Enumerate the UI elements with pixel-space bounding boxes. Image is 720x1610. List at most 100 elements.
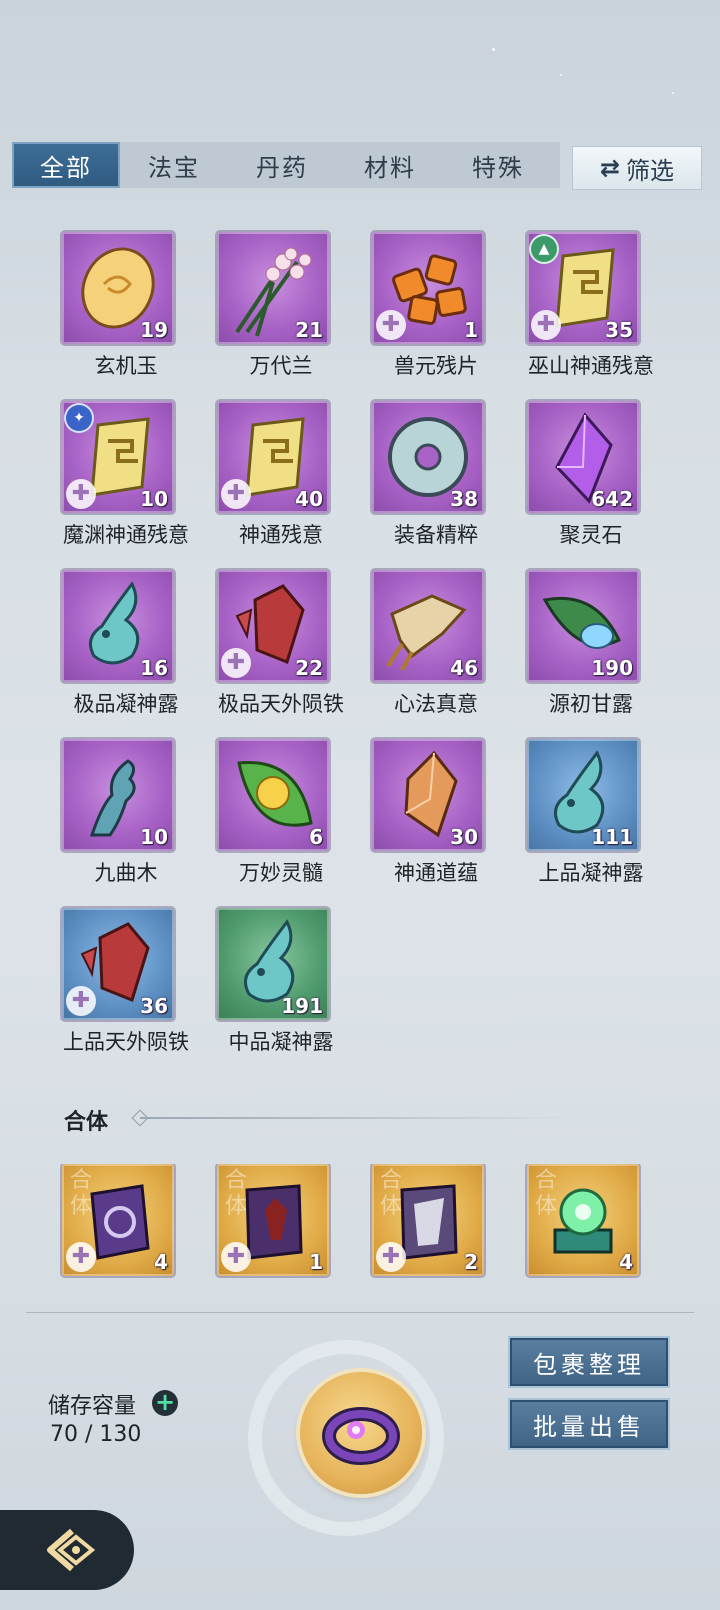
item-count: 642 [591,487,633,511]
storage-capacity-label: 储存容量 [48,1394,137,1419]
filter-label: 筛选 [626,156,675,185]
item-count: 40 [295,487,323,511]
sparkle [492,48,495,51]
item-count: 111 [591,825,633,849]
item-name: 魔渊神通残意 [63,523,189,547]
sparkle [672,92,674,94]
item-name: 心法真意 [394,692,478,716]
puzzle-piece-icon: ✚ [531,310,561,340]
storage-capacity-value: 70 / 130 [50,1422,142,1447]
item-name: 极品凝神露 [73,692,179,716]
item-count: 4 [154,1250,168,1274]
item-name: 装备精粹 [394,523,478,547]
item-count: 36 [140,994,168,1018]
item-name: 兽元残片 [394,354,478,378]
item-name: 极品天外陨铁 [218,692,344,716]
item-count: 4 [619,1250,633,1274]
tab-pills[interactable]: 丹药 [228,142,336,188]
puzzle-piece-icon: ✚ [221,1242,251,1272]
item-slot[interactable]: 190 [527,570,639,682]
item-name: 上品天外陨铁 [63,1030,189,1054]
item-count: 2 [464,1250,478,1274]
storage-ring-button[interactable] [300,1372,422,1494]
filter-button[interactable]: ⇄ 筛选 [572,146,702,190]
add-capacity-button[interactable]: + [152,1390,178,1416]
item-name: 神通残意 [239,523,323,547]
item-slot[interactable]: 21 [217,232,329,344]
item-count: 30 [450,825,478,849]
tab-treasure[interactable]: 法宝 [120,142,228,188]
puzzle-piece-icon: ✚ [376,310,406,340]
item-name: 巫山神通残意 [528,354,654,378]
realm-watermark: 合体 [70,1168,93,1219]
item-count: 6 [309,825,323,849]
puzzle-piece-icon: ✚ [376,1242,406,1272]
item-slot[interactable]: 111 [527,739,639,851]
puzzle-piece-icon: ✚ [221,648,251,678]
item-slot[interactable]: 合体 ✚ 4 [62,1164,174,1276]
tab-special[interactable]: 特殊 [444,142,552,188]
item-count: 10 [140,487,168,511]
item-count: 22 [295,656,323,680]
item-slot[interactable]: 16 [62,570,174,682]
item-name: 聚灵石 [559,523,623,547]
item-count: 38 [450,487,478,511]
swap-arrows-icon: ⇄ [599,154,621,182]
section-title: 合体 [64,1110,109,1135]
item-count: 191 [281,994,323,1018]
item-name: 神通道蕴 [394,861,478,885]
wushan-faction-badge-icon: ▲ [531,236,557,262]
realm-watermark: 合体 [380,1168,403,1219]
organize-bag-button[interactable]: 包裹整理 [508,1336,670,1388]
item-count: 1 [464,318,478,342]
item-name: 玄机玉 [94,354,158,378]
item-slot[interactable]: ▲ ✚ 35 [527,232,639,344]
item-slot[interactable]: ✚ 1 [372,232,484,344]
item-slot[interactable]: 642 [527,401,639,513]
bottom-divider [26,1312,694,1313]
item-name: 九曲木 [94,861,158,885]
item-slot[interactable]: 10 [62,739,174,851]
item-slot[interactable]: ✚ 40 [217,401,329,513]
bulk-sell-button[interactable]: 批量出售 [508,1398,670,1450]
item-name: 万代兰 [249,354,313,378]
item-slot[interactable]: 合体 ✚ 2 [372,1164,484,1276]
item-slot[interactable]: 19 [62,232,174,344]
item-count: 10 [140,825,168,849]
tab-all[interactable]: 全部 [12,142,120,188]
back-arrow-icon [47,1528,96,1572]
item-slot[interactable]: 合体 4 [527,1164,639,1276]
item-count: 16 [140,656,168,680]
realm-watermark: 合体 [535,1168,558,1219]
item-name: 源初甘露 [549,692,633,716]
tab-materials[interactable]: 材料 [336,142,444,188]
category-tabs: 全部 法宝 丹药 材料 特殊 [12,142,560,188]
moyuan-faction-badge-icon: ✦ [66,405,92,431]
item-slot[interactable]: ✦ ✚ 10 [62,401,174,513]
puzzle-piece-icon: ✚ [66,479,96,509]
item-slot[interactable]: 191 [217,908,329,1020]
section-divider-line [140,1117,580,1119]
storage-ring-icon [322,1407,400,1465]
sparkle [560,74,562,76]
puzzle-piece-icon: ✚ [221,479,251,509]
item-count: 190 [591,656,633,680]
item-count: 1 [309,1250,323,1274]
item-slot[interactable]: ✚ 22 [217,570,329,682]
back-button[interactable] [0,1510,134,1590]
item-count: 35 [605,318,633,342]
item-slot[interactable]: 6 [217,739,329,851]
item-slot[interactable]: 46 [372,570,484,682]
section-grid: 合体 ✚ 4 合体 ✚ 1 合体 ✚ 2 合体 4 [46,1164,686,1290]
item-slot[interactable]: 合体 ✚ 1 [217,1164,329,1276]
item-slot[interactable]: 30 [372,739,484,851]
item-count: 46 [450,656,478,680]
item-count: 21 [295,318,323,342]
item-name: 万妙灵髓 [239,861,323,885]
item-slot[interactable]: 38 [372,401,484,513]
item-name: 上品凝神露 [538,861,644,885]
puzzle-piece-icon: ✚ [66,1242,96,1272]
item-name: 中品凝神露 [228,1030,334,1054]
puzzle-piece-icon: ✚ [66,986,96,1016]
item-slot[interactable]: ✚ 36 [62,908,174,1020]
